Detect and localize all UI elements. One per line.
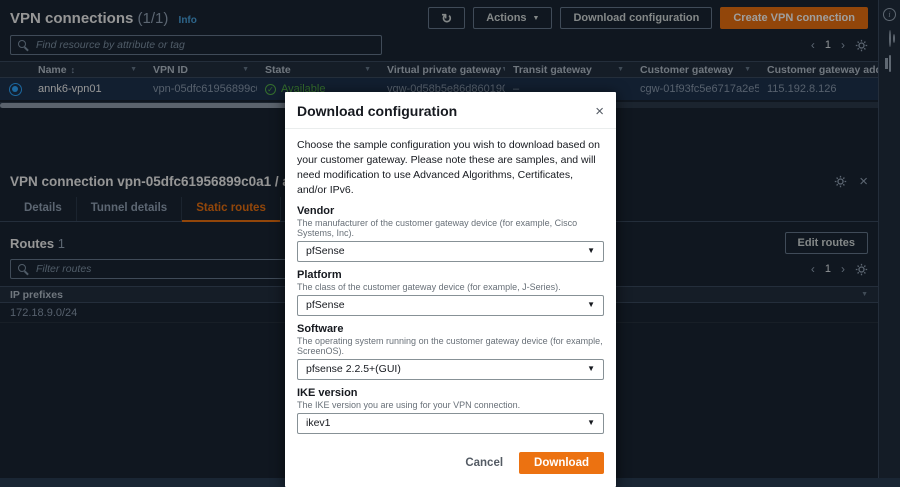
chevron-down-icon: ▼ xyxy=(587,301,595,309)
software-field: Software The operating system running on… xyxy=(297,323,604,380)
software-select-value: pfsense 2.2.5+(GUI) xyxy=(306,363,401,375)
cancel-button[interactable]: Cancel xyxy=(465,457,503,469)
modal-body: Choose the sample configuration you wish… xyxy=(285,129,616,443)
ike-version-select[interactable]: ikev1 ▼ xyxy=(297,413,604,434)
chevron-down-icon: ▼ xyxy=(587,419,595,427)
vpn-console-page: VPN connections (1/1) Info ↻ Actions ▼ D… xyxy=(0,0,900,478)
vendor-select[interactable]: pfSense ▼ xyxy=(297,241,604,262)
ike-version-description: The IKE version you are using for your V… xyxy=(297,400,604,410)
software-description: The operating system running on the cust… xyxy=(297,336,604,356)
chevron-down-icon: ▼ xyxy=(587,247,595,255)
modal-header: Download configuration × xyxy=(285,92,616,129)
download-button[interactable]: Download xyxy=(519,452,604,474)
platform-description: The class of the customer gateway device… xyxy=(297,282,604,292)
vendor-description: The manufacturer of the customer gateway… xyxy=(297,218,604,238)
vendor-field: Vendor The manufacturer of the customer … xyxy=(297,205,604,262)
software-label: Software xyxy=(297,323,604,335)
modal-title: Download configuration xyxy=(297,103,457,119)
software-select[interactable]: pfsense 2.2.5+(GUI) ▼ xyxy=(297,359,604,380)
platform-field: Platform The class of the customer gatew… xyxy=(297,269,604,316)
modal-close-button[interactable]: × xyxy=(595,104,604,119)
platform-select-value: pfSense xyxy=(306,299,345,311)
vendor-select-value: pfSense xyxy=(306,245,345,257)
chevron-down-icon: ▼ xyxy=(587,365,595,373)
modal-description: Choose the sample configuration you wish… xyxy=(297,138,604,198)
download-configuration-dialog: Download configuration × Choose the samp… xyxy=(285,92,616,487)
ike-version-select-value: ikev1 xyxy=(306,417,331,429)
ike-version-label: IKE version xyxy=(297,387,604,399)
vendor-label: Vendor xyxy=(297,205,604,217)
platform-select[interactable]: pfSense ▼ xyxy=(297,295,604,316)
modal-footer: Cancel Download xyxy=(285,443,616,487)
close-icon: × xyxy=(595,103,604,120)
ike-version-field: IKE version The IKE version you are usin… xyxy=(297,387,604,434)
platform-label: Platform xyxy=(297,269,604,281)
